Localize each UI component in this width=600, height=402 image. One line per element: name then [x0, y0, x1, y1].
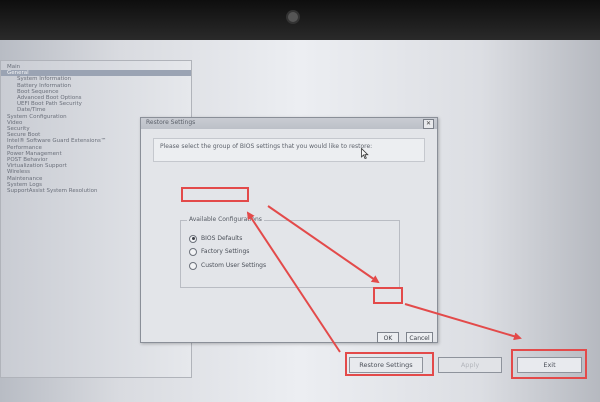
radio-unselected-icon	[189, 247, 197, 256]
radio-factory-settings[interactable]: Factory Settings	[189, 247, 249, 256]
highlight-box-bios-defaults	[181, 187, 249, 202]
available-configurations-group: Available Configurations BIOS Defaults F…	[180, 216, 400, 288]
highlight-box-exit	[511, 349, 587, 379]
prompt-text: Please select the group of BIOS settings…	[160, 143, 373, 150]
radio-bios-defaults[interactable]: BIOS Defaults	[189, 234, 242, 243]
close-button[interactable]: ✕	[423, 119, 434, 129]
dialog-title: Restore Settings	[146, 119, 196, 126]
radio-selected-icon	[189, 234, 197, 243]
radio-label: BIOS Defaults	[201, 235, 243, 242]
radio-label: Custom User Settings	[201, 262, 267, 269]
mouse-cursor-icon	[361, 148, 369, 159]
cancel-button[interactable]: Cancel	[406, 332, 433, 343]
radio-unselected-icon	[189, 261, 197, 270]
webcam-icon	[288, 12, 298, 22]
highlight-box-restore-settings	[345, 352, 434, 376]
highlight-box-ok	[373, 287, 403, 304]
ok-button[interactable]: OK	[377, 332, 399, 343]
restore-settings-dialog: Restore Settings ✕ Please select the gro…	[140, 117, 438, 343]
laptop-bezel	[0, 0, 600, 40]
dialog-titlebar: Restore Settings ✕	[141, 118, 437, 129]
prompt-panel: Please select the group of BIOS settings…	[153, 138, 425, 162]
radio-label: Factory Settings	[201, 248, 250, 255]
radio-custom-user-settings[interactable]: Custom User Settings	[189, 261, 266, 270]
apply-button[interactable]: Apply	[438, 357, 502, 373]
group-label: Available Configurations	[187, 216, 264, 223]
bios-screen: Main General System Information Battery Inf…	[0, 40, 600, 402]
